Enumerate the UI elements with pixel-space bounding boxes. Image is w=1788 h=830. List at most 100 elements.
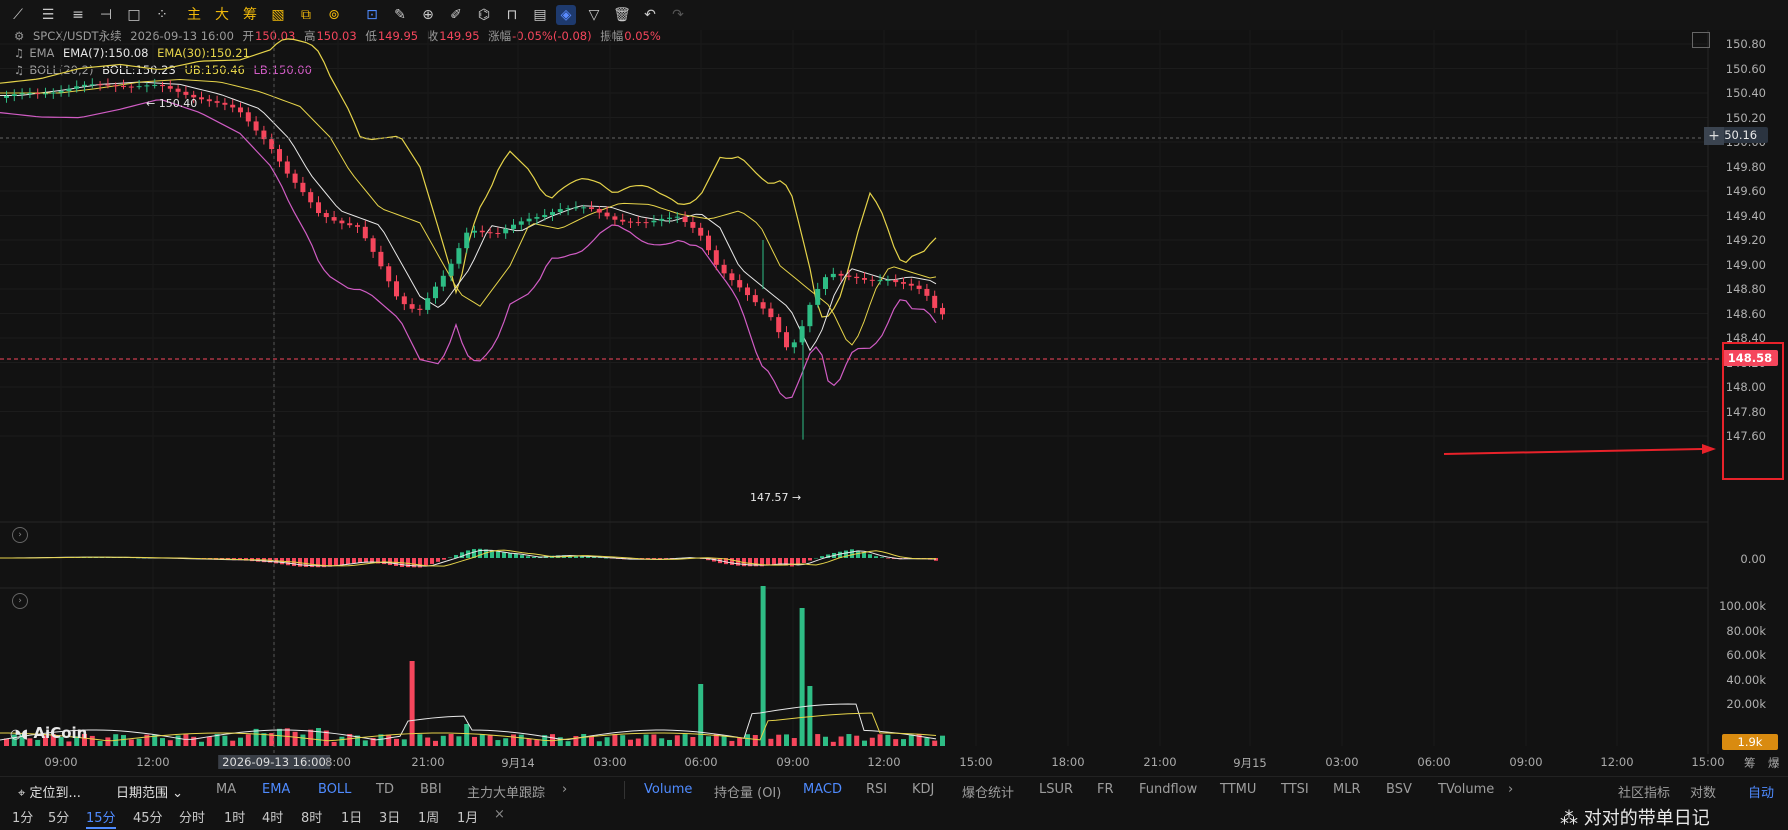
lock-icon[interactable]: ⊓: [502, 5, 522, 25]
sub-ind-rsi[interactable]: RSI: [866, 782, 887, 797]
volume-bar: [417, 734, 423, 746]
close-intervals-icon[interactable]: ×: [494, 807, 505, 822]
community-indicators[interactable]: 社区指标: [1618, 782, 1670, 801]
main-ind-boll[interactable]: BOLL: [318, 782, 351, 797]
interval-15m[interactable]: 15分: [86, 807, 116, 829]
candle-body: [643, 222, 649, 224]
zoom-icon[interactable]: ⊕: [418, 5, 438, 25]
sub-ind-fundflow[interactable]: Fundflow: [1139, 782, 1197, 797]
filter-icon[interactable]: ▽: [584, 5, 604, 25]
volume-bar: [394, 738, 399, 746]
sub-ind-fr[interactable]: FR: [1097, 782, 1114, 797]
volume-bar: [908, 734, 914, 746]
volume-bar: [643, 734, 649, 746]
volume-bar: [136, 738, 142, 746]
candle-body: [50, 92, 56, 94]
candle-body: [503, 228, 509, 234]
chips-button[interactable]: 筹: [240, 5, 260, 25]
candle-body: [659, 218, 665, 221]
volume-bar: [160, 738, 165, 746]
main-ind-more-icon[interactable]: ›: [562, 782, 567, 797]
candle-body: [838, 273, 844, 276]
main-indicator-button[interactable]: 主: [184, 5, 204, 25]
trash-icon[interactable]: 🗑: [612, 5, 632, 25]
interval-4h[interactable]: 4时: [262, 807, 283, 826]
interval-timeshare[interactable]: 分时: [179, 807, 205, 826]
interval-1M[interactable]: 1月: [457, 807, 478, 826]
sub-ind-tvolume[interactable]: TVolume: [1438, 782, 1494, 797]
sub-ind-bsv[interactable]: BSV: [1386, 782, 1412, 797]
volume-bar: [277, 728, 282, 746]
candle-body: [253, 121, 259, 131]
interval-1d[interactable]: 1日: [341, 807, 362, 826]
undo-icon[interactable]: ↶: [640, 5, 660, 25]
large-order-button[interactable]: 大: [212, 5, 232, 25]
add-alert-icon[interactable]: +: [1704, 127, 1724, 145]
interval-1w[interactable]: 1周: [418, 807, 439, 826]
sub-ind-kdj[interactable]: KDJ: [912, 782, 934, 797]
candle-body: [121, 85, 126, 87]
magnet-icon[interactable]: ⊡: [362, 5, 382, 25]
sub-ind-macd[interactable]: MACD: [803, 782, 842, 797]
redo-icon[interactable]: ↷: [668, 5, 688, 25]
candle-body: [339, 220, 345, 224]
grid-tool-icon[interactable]: ⧉: [296, 5, 316, 25]
volume-bar: [581, 734, 587, 746]
sub-ind-oi[interactable]: 持仓量 (OI): [714, 782, 781, 801]
main-ind-bigorder[interactable]: 主力大单跟踪: [467, 782, 545, 801]
trendline-tool-icon[interactable]: ⟋: [8, 5, 28, 25]
horizontal-lines-tool-icon[interactable]: ☰: [38, 5, 58, 25]
interval-3d[interactable]: 3日: [379, 807, 400, 826]
auto-scale-toggle[interactable]: 自动: [1748, 782, 1774, 801]
sub-ind-ttsi[interactable]: TTSI: [1281, 782, 1309, 797]
liquidation-corner-label[interactable]: 爆: [1768, 755, 1780, 771]
main-ind-ma[interactable]: MA: [216, 782, 236, 797]
candle-body: [27, 93, 33, 95]
fullscreen-icon[interactable]: [1692, 32, 1710, 48]
candle-body: [347, 223, 353, 226]
target-tool-icon[interactable]: ⊚: [324, 5, 344, 25]
main-ind-bbi[interactable]: BBI: [420, 782, 442, 797]
sub-ind-more-icon[interactable]: ›: [1508, 782, 1513, 797]
interval-8h[interactable]: 8时: [301, 807, 322, 826]
volume-collapse-icon[interactable]: ›: [12, 593, 28, 609]
candle-body: [815, 288, 821, 305]
candle-body: [901, 282, 906, 284]
volume-bar: [121, 735, 126, 746]
ruler-icon[interactable]: ✎: [390, 5, 410, 25]
macd-bar: [604, 557, 608, 559]
candle-body: [768, 308, 774, 318]
chips-corner-label[interactable]: 筹: [1744, 755, 1756, 771]
rectangle-tool-icon[interactable]: □: [124, 5, 144, 25]
pattern-icon[interactable]: ⌬: [474, 5, 494, 25]
sub-ind-mlr[interactable]: MLR: [1333, 782, 1361, 797]
interval-5m[interactable]: 5分: [48, 807, 69, 826]
fib-tool-icon[interactable]: ▧: [268, 5, 288, 25]
volume-bar: [885, 734, 891, 746]
candle-body: [472, 230, 477, 233]
candle-body: [97, 84, 103, 86]
brush-icon[interactable]: ✐: [446, 5, 466, 25]
candle-body: [175, 88, 181, 92]
kline-chart[interactable]: [0, 30, 1788, 754]
dots-tool-icon[interactable]: ⁘: [152, 5, 172, 25]
interval-1h[interactable]: 1时: [224, 807, 245, 826]
sub-ind-lsur[interactable]: LSUR: [1039, 782, 1073, 797]
ray-tool-icon[interactable]: ⊣: [96, 5, 116, 25]
macd-collapse-icon[interactable]: ›: [12, 527, 28, 543]
candle-body: [183, 91, 189, 95]
log-scale-toggle[interactable]: 对数: [1690, 782, 1716, 801]
interval-1m[interactable]: 1分: [12, 807, 33, 826]
interval-45m[interactable]: 45分: [133, 807, 163, 826]
main-ind-ema[interactable]: EMA: [262, 782, 290, 797]
sub-ind-liquidation[interactable]: 爆仓统计: [962, 782, 1014, 801]
note-icon[interactable]: ▤: [530, 5, 550, 25]
locate-button[interactable]: ⌖ 定位到...: [18, 782, 81, 801]
visibility-icon[interactable]: ◈: [556, 5, 576, 25]
sub-ind-ttmu[interactable]: TTMU: [1220, 782, 1256, 797]
main-ind-td[interactable]: TD: [376, 782, 394, 797]
parallel-channel-tool-icon[interactable]: ≡: [68, 5, 88, 25]
sub-ind-volume[interactable]: Volume: [644, 782, 692, 797]
date-range-button[interactable]: 日期范围 ⌄: [116, 782, 183, 801]
macd-bar: [730, 558, 734, 565]
